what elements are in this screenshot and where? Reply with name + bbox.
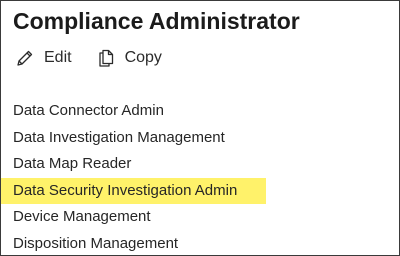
edit-button[interactable]: Edit	[15, 45, 72, 71]
list-item: Device Management	[13, 208, 151, 225]
copy-button[interactable]: Copy	[96, 45, 162, 71]
list-item: Data Connector Admin	[13, 102, 164, 119]
list-item-highlighted: Data Security Investigation Admin	[1, 177, 266, 204]
command-bar: Edit Copy	[15, 45, 162, 71]
list-item: Data Investigation Management	[13, 128, 225, 146]
list-item: Data Map Reader	[13, 155, 132, 172]
pencil-icon	[15, 48, 35, 68]
copy-icon	[96, 48, 116, 68]
list-item: Disposition Management	[13, 234, 179, 252]
copy-button-label: Copy	[124, 49, 162, 66]
page-title: Compliance Administrator	[13, 8, 300, 34]
role-list: Data Connector Admin Data Investigation …	[1, 98, 399, 255]
edit-button-label: Edit	[44, 49, 72, 66]
role-details-panel: Compliance Administrator Edit Copy Data …	[0, 0, 400, 256]
